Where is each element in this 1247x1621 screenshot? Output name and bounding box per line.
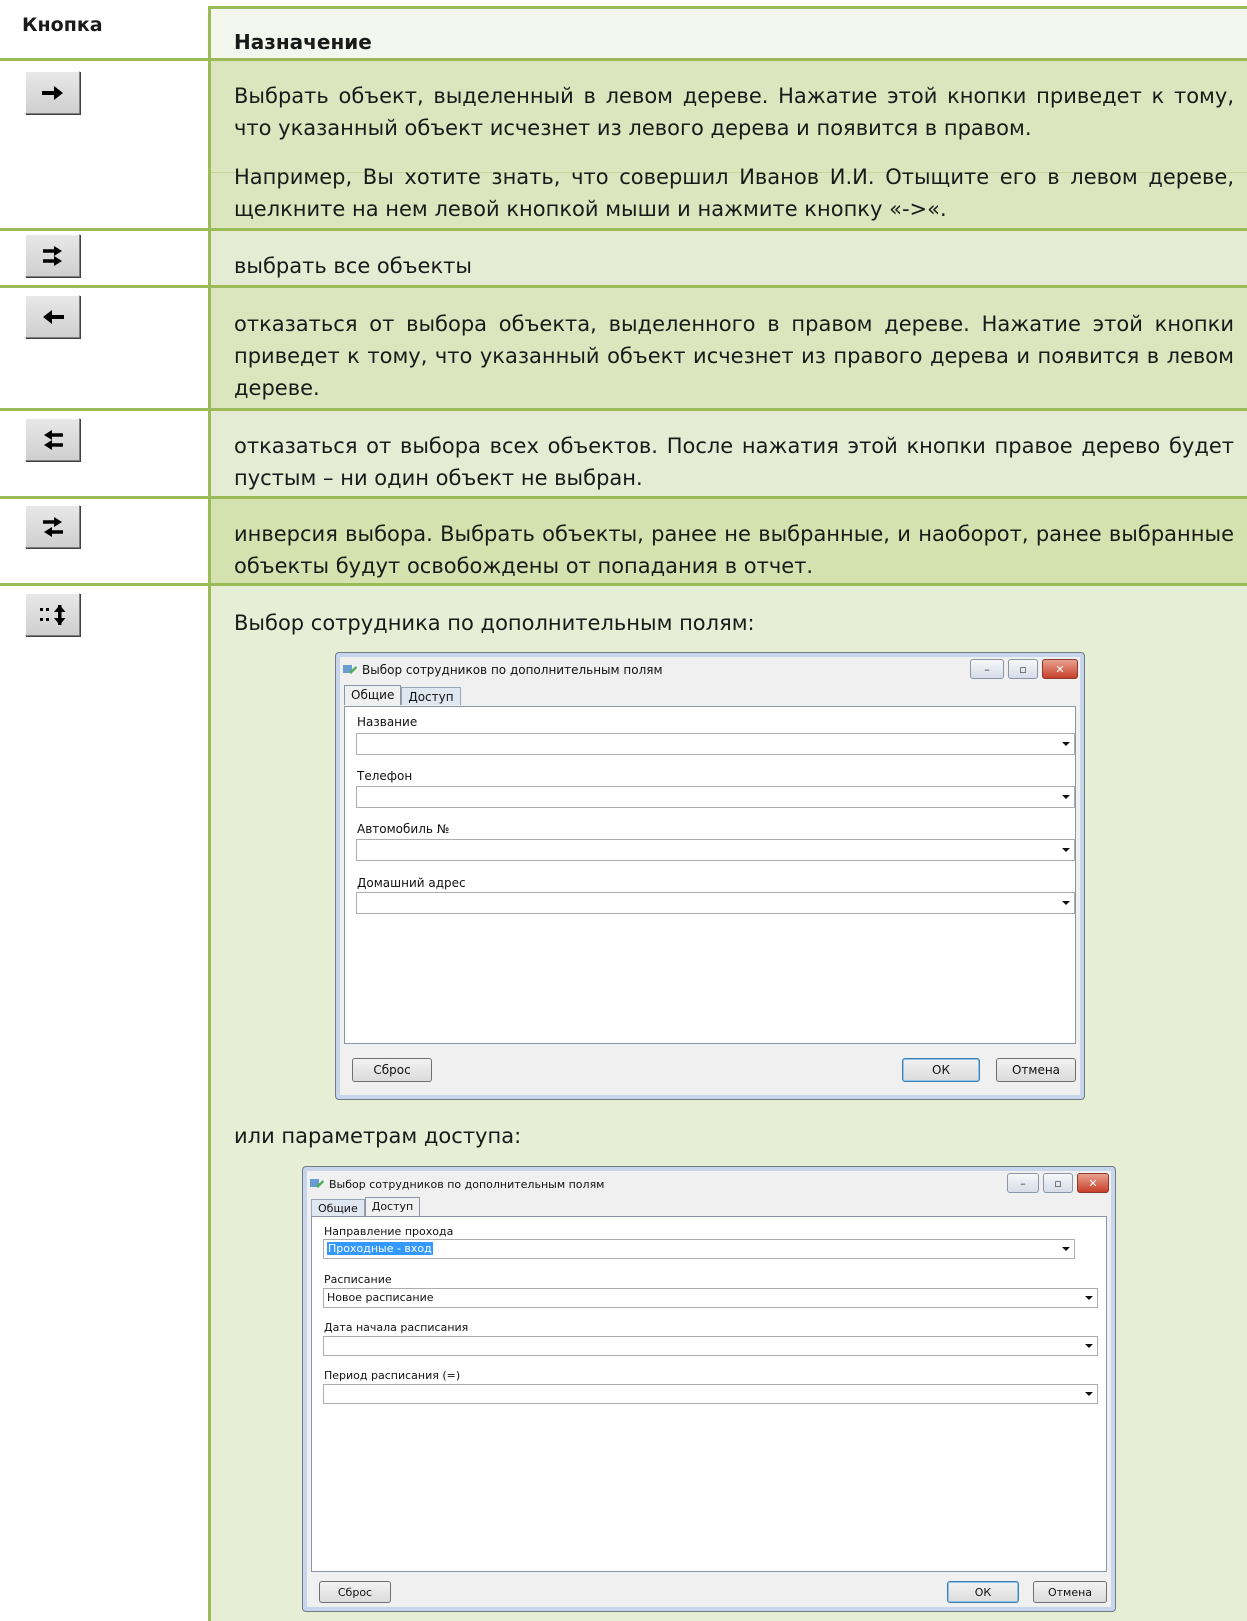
row-select-object-text-1: Выбрать объект, выделенный в левом дерев… xyxy=(234,84,1234,140)
chevron-down-icon xyxy=(1062,742,1070,746)
field-label-schedule-start: Дата начала расписания xyxy=(324,1321,469,1334)
arrow-left-icon[interactable] xyxy=(25,295,80,338)
row-select-all-text: выбрать все объекты xyxy=(234,254,472,278)
dialog-tabs: Общие Доступ xyxy=(311,1197,421,1217)
field-label-name: Название xyxy=(357,715,418,729)
double-arrow-left-icon[interactable] xyxy=(25,418,80,461)
schedule-combobox[interactable]: Новое расписание xyxy=(323,1288,1098,1308)
dialog-access-fields: Выбор сотрудников по дополнительным поля… xyxy=(302,1166,1116,1612)
field-label-phone: Телефон xyxy=(357,769,413,783)
direction-combobox[interactable]: Проходные - вход xyxy=(323,1239,1075,1259)
reset-button[interactable]: Сброс xyxy=(319,1581,391,1603)
chevron-down-icon xyxy=(1062,1247,1070,1251)
chevron-down-icon xyxy=(1062,795,1070,799)
dialog-general-fields: Выбор сотрудников по дополнительным поля… xyxy=(335,652,1085,1100)
dialog-title-bar: Выбор сотрудников по дополнительным поля… xyxy=(342,657,1078,683)
app-icon xyxy=(343,665,357,674)
chevron-down-icon xyxy=(1085,1296,1093,1300)
home-address-combobox[interactable] xyxy=(356,892,1075,914)
name-combobox[interactable] xyxy=(356,733,1075,755)
field-label-direction: Направление прохода xyxy=(324,1225,454,1238)
row-filter-access-text: или параметрам доступа: xyxy=(234,1124,522,1148)
minimize-button[interactable]: – xyxy=(1007,1173,1039,1193)
maximize-button[interactable]: ▫ xyxy=(1008,659,1038,679)
row-select-object-text-2: Например, Вы хотите знать, что совершил … xyxy=(234,165,1234,221)
row-invert-selection-text: инверсия выбора. Выбрать объекты, ранее … xyxy=(234,522,1234,578)
row-deselect-object-text: отказаться от выбора объекта, выделенног… xyxy=(234,312,1234,400)
dialog-title-bar: Выбор сотрудников по дополнительным поля… xyxy=(309,1171,1109,1197)
swap-arrows-icon[interactable] xyxy=(25,505,80,548)
maximize-button[interactable]: ▫ xyxy=(1043,1173,1073,1193)
tab-pane-access: Направление прохода Проходные - вход Рас… xyxy=(311,1216,1107,1572)
reset-button[interactable]: Сброс xyxy=(352,1058,432,1082)
dialog-title: Выбор сотрудников по дополнительным поля… xyxy=(362,663,663,677)
minimize-icon: – xyxy=(1020,1176,1026,1190)
cancel-button[interactable]: Отмена xyxy=(1033,1581,1107,1603)
field-label-home-address: Домашний адрес xyxy=(357,876,466,890)
filter-select-icon[interactable] xyxy=(25,593,80,636)
close-button[interactable]: ✕ xyxy=(1077,1173,1109,1193)
car-number-combobox[interactable] xyxy=(356,839,1075,861)
maximize-icon: ▫ xyxy=(1019,662,1027,676)
schedule-period-combobox[interactable] xyxy=(323,1384,1098,1404)
row-deselect-all-text: отказаться от выбора всех объектов. Посл… xyxy=(234,434,1234,490)
field-label-schedule-period: Период расписания (=) xyxy=(324,1369,461,1382)
field-label-schedule: Расписание xyxy=(324,1273,392,1286)
header-row xyxy=(0,8,1247,60)
field-label-car-number: Автомобиль № xyxy=(357,822,450,836)
schedule-start-combobox[interactable] xyxy=(323,1336,1098,1356)
chevron-down-icon xyxy=(1062,901,1070,905)
ok-button[interactable]: ОК xyxy=(902,1058,980,1082)
cancel-button[interactable]: Отмена xyxy=(996,1058,1076,1082)
button-reference-table: Кнопка Назначение Выбрать объект, выделе… xyxy=(0,0,1247,1621)
close-button[interactable]: ✕ xyxy=(1042,659,1078,679)
tab-access[interactable]: Доступ xyxy=(401,687,461,705)
ok-button[interactable]: ОК xyxy=(947,1581,1019,1603)
tab-access[interactable]: Доступ xyxy=(364,1197,421,1217)
app-icon xyxy=(310,1179,324,1188)
column-header-purpose: Назначение xyxy=(234,30,372,54)
tab-general[interactable]: Общие xyxy=(344,685,402,705)
chevron-down-icon xyxy=(1062,848,1070,852)
chevron-down-icon xyxy=(1085,1392,1093,1396)
row-filter-select-text: Выбор сотрудника по дополнительным полям… xyxy=(234,611,755,635)
minimize-button[interactable]: – xyxy=(970,659,1004,679)
arrow-right-icon[interactable] xyxy=(25,71,80,114)
column-header-button: Кнопка xyxy=(22,14,103,36)
tab-pane-general: Название Телефон Автомобиль № Домашний а… xyxy=(344,706,1076,1044)
chevron-down-icon xyxy=(1085,1344,1093,1348)
dialog-title: Выбор сотрудников по дополнительным поля… xyxy=(329,1177,605,1191)
maximize-icon: ▫ xyxy=(1054,1176,1062,1190)
minimize-icon: – xyxy=(984,662,990,676)
dialog-tabs: Общие Доступ xyxy=(344,685,461,705)
close-icon: ✕ xyxy=(1055,662,1065,676)
tab-general[interactable]: Общие xyxy=(311,1199,365,1217)
phone-combobox[interactable] xyxy=(356,786,1075,808)
double-arrow-right-icon[interactable] xyxy=(25,234,80,277)
close-icon: ✕ xyxy=(1088,1176,1098,1190)
